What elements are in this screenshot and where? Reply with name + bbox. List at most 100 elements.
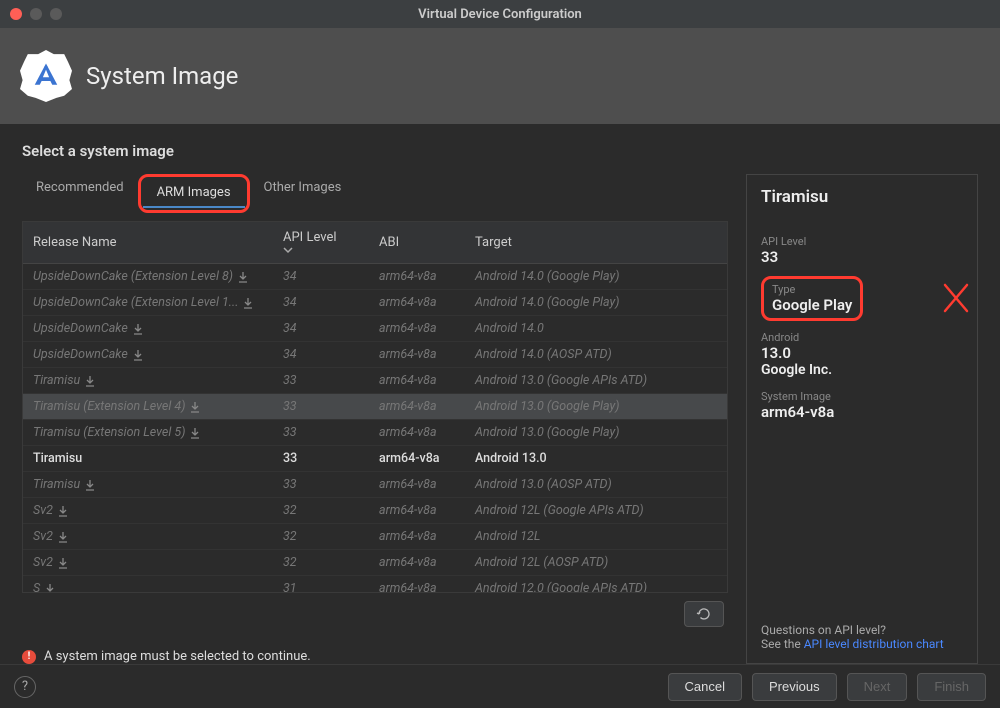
- col-api-level[interactable]: API Level: [273, 222, 369, 264]
- error-icon: !: [22, 650, 36, 664]
- cell-abi: arm64-v8a: [369, 290, 465, 316]
- help-button[interactable]: ?: [14, 676, 36, 698]
- detail-android-version: 13.0: [761, 344, 963, 362]
- cell-api: 32: [273, 550, 369, 576]
- download-icon[interactable]: [189, 401, 201, 413]
- detail-sysimg-value: arm64-v8a: [761, 403, 963, 421]
- table-row[interactable]: Tiramisu33arm64-v8aAndroid 13.0 (Google …: [23, 368, 727, 394]
- cell-target: Android 13.0: [465, 446, 727, 472]
- cell-target: Android 13.0 (Google Play): [465, 394, 727, 420]
- cell-abi: arm64-v8a: [369, 316, 465, 342]
- cell-target: Android 14.0 (Google Play): [465, 264, 727, 290]
- cell-release-name: Tiramisu: [33, 373, 80, 388]
- cell-abi: arm64-v8a: [369, 446, 465, 472]
- tabs-row: Recommended ARM Images Other Images: [22, 174, 728, 213]
- table-row[interactable]: Sv232arm64-v8aAndroid 12L (AOSP ATD): [23, 550, 727, 576]
- zoom-window-button[interactable]: [50, 8, 62, 20]
- refresh-button[interactable]: [684, 601, 724, 627]
- detail-type-label: Type: [772, 283, 852, 296]
- table-row[interactable]: Sv232arm64-v8aAndroid 12L: [23, 524, 727, 550]
- detail-title: Tiramisu: [761, 187, 963, 207]
- col-release-name[interactable]: Release Name: [23, 222, 273, 264]
- col-abi[interactable]: ABI: [369, 222, 465, 264]
- cell-api: 33: [273, 394, 369, 420]
- cell-target: Android 13.0 (AOSP ATD): [465, 472, 727, 498]
- table-row[interactable]: Sv232arm64-v8aAndroid 12L (Google APIs A…: [23, 498, 727, 524]
- cell-target: Android 13.0 (Google Play): [465, 420, 727, 446]
- annotation-box-tabs: ARM Images: [138, 174, 250, 213]
- cell-release-name: Tiramisu: [33, 477, 80, 492]
- download-icon[interactable]: [237, 271, 249, 283]
- col-target[interactable]: Target: [465, 222, 727, 264]
- cell-api: 33: [273, 472, 369, 498]
- download-icon[interactable]: [132, 349, 144, 361]
- cell-release-name: UpsideDownCake: [33, 347, 128, 362]
- table-row[interactable]: UpsideDownCake34arm64-v8aAndroid 14.0 (A…: [23, 342, 727, 368]
- download-icon[interactable]: [132, 323, 144, 335]
- cell-abi: arm64-v8a: [369, 550, 465, 576]
- close-window-button[interactable]: [10, 8, 22, 20]
- sort-desc-icon: [283, 245, 359, 255]
- detail-api-label: API Level: [761, 235, 963, 248]
- table-row[interactable]: Tiramisu33arm64-v8aAndroid 13.0: [23, 446, 727, 472]
- cell-target: Android 13.0 (Google APIs ATD): [465, 368, 727, 394]
- left-column: Recommended ARM Images Other Images Rele…: [22, 174, 728, 664]
- download-icon[interactable]: [84, 375, 96, 387]
- detail-api-value: 33: [761, 248, 963, 266]
- cell-target: Android 14.0: [465, 316, 727, 342]
- tab-other-images[interactable]: Other Images: [250, 174, 356, 213]
- table-row[interactable]: Tiramisu 33arm64-v8aAndroid 13.0 (AOSP AT…: [23, 472, 727, 498]
- previous-button[interactable]: Previous: [752, 673, 837, 701]
- download-icon[interactable]: [242, 297, 254, 309]
- col-api-label: API Level: [283, 230, 337, 245]
- detail-panel: Tiramisu API Level 33 Type Google Play A…: [746, 174, 978, 664]
- api-dist-link[interactable]: API level distribution chart: [804, 637, 944, 651]
- download-icon[interactable]: [57, 557, 69, 569]
- window-title: Virtual Device Configuration: [418, 7, 582, 22]
- section-title: Select a system image: [22, 142, 978, 160]
- tab-arm-images[interactable]: ARM Images: [143, 179, 245, 208]
- cell-target: Android 12.0 (Google APIs ATD): [465, 576, 727, 594]
- finish-button[interactable]: Finish: [917, 673, 986, 701]
- cell-api: 32: [273, 524, 369, 550]
- table-row[interactable]: Tiramisu (Extension Level 4)33arm64-v8aA…: [23, 394, 727, 420]
- table-row[interactable]: UpsideDownCake34arm64-v8aAndroid 14.0: [23, 316, 727, 342]
- cell-abi: arm64-v8a: [369, 472, 465, 498]
- table-row[interactable]: UpsideDownCake (Extension Level 1...34ar…: [23, 290, 727, 316]
- system-image-table: Release Name API Level ABI Target Upside…: [22, 221, 728, 593]
- cell-api: 33: [273, 446, 369, 472]
- cell-release-name: Tiramisu (Extension Level 5): [33, 425, 185, 440]
- cell-abi: arm64-v8a: [369, 524, 465, 550]
- cell-release-name: Sv2: [33, 529, 53, 544]
- detail-sysimg-label: System Image: [761, 390, 963, 403]
- table-row[interactable]: UpsideDownCake (Extension Level 8)34arm6…: [23, 264, 727, 290]
- cell-release-name: Sv2: [33, 503, 53, 518]
- header-band: System Image: [0, 28, 1000, 124]
- window-controls: [10, 8, 62, 20]
- cell-api: 33: [273, 368, 369, 394]
- annotation-box-type: Type Google Play: [761, 276, 863, 321]
- cell-target: Android 12L (Google APIs ATD): [465, 498, 727, 524]
- download-icon[interactable]: [57, 505, 69, 517]
- download-icon[interactable]: [84, 479, 96, 491]
- cell-api: 34: [273, 264, 369, 290]
- titlebar: Virtual Device Configuration: [0, 0, 1000, 28]
- table-row[interactable]: S31arm64-v8aAndroid 12.0 (Google APIs AT…: [23, 576, 727, 594]
- tab-recommended[interactable]: Recommended: [22, 174, 138, 213]
- see-the-text: See the: [761, 637, 804, 651]
- cancel-button[interactable]: Cancel: [668, 673, 742, 701]
- cell-abi: arm64-v8a: [369, 576, 465, 594]
- table-row[interactable]: Tiramisu (Extension Level 5)33arm64-v8aA…: [23, 420, 727, 446]
- download-icon[interactable]: [189, 427, 201, 439]
- cell-abi: arm64-v8a: [369, 264, 465, 290]
- download-icon[interactable]: [57, 531, 69, 543]
- cell-release-name: UpsideDownCake: [33, 321, 128, 336]
- detail-type-value: Google Play: [772, 296, 852, 314]
- cell-target: Android 14.0 (Google Play): [465, 290, 727, 316]
- download-icon[interactable]: [44, 583, 56, 593]
- col-release-label: Release Name: [33, 235, 117, 250]
- minimize-window-button[interactable]: [30, 8, 42, 20]
- page-title: System Image: [86, 62, 238, 90]
- next-button[interactable]: Next: [847, 673, 908, 701]
- android-studio-icon: [20, 50, 72, 102]
